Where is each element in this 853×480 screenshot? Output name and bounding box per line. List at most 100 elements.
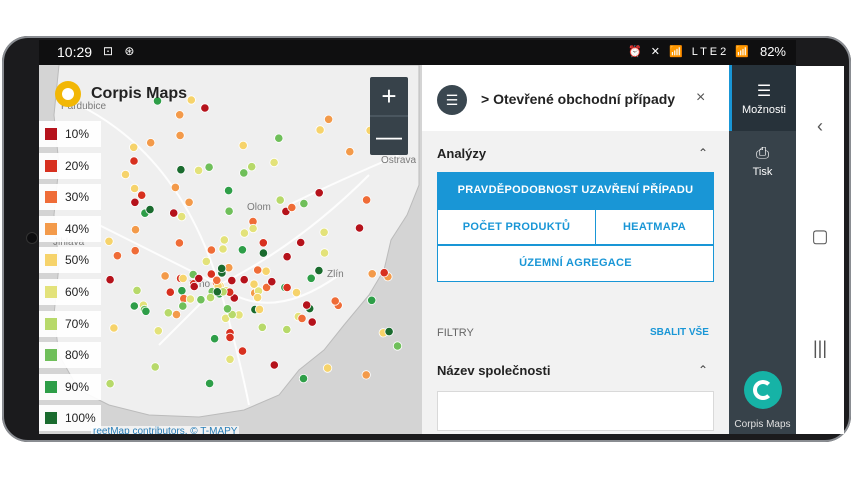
map-marker[interactable] [298, 373, 309, 384]
map-marker[interactable] [163, 308, 173, 318]
map-marker[interactable] [186, 95, 196, 105]
map-marker[interactable] [384, 326, 394, 337]
map-marker[interactable] [146, 138, 156, 148]
map-marker[interactable] [315, 125, 325, 135]
map-marker[interactable] [130, 225, 141, 235]
map-marker[interactable] [319, 248, 330, 258]
products-count-button[interactable]: POČET PRODUKTŮ [437, 209, 596, 245]
map-marker[interactable] [105, 379, 115, 389]
map-marker[interactable] [176, 165, 186, 175]
map-marker[interactable] [137, 190, 147, 200]
map-marker[interactable] [322, 363, 333, 373]
map-marker[interactable] [314, 188, 324, 198]
map-marker[interactable] [178, 301, 188, 311]
map-marker[interactable] [132, 285, 142, 295]
map-marker[interactable] [254, 304, 265, 314]
map-marker[interactable] [367, 269, 377, 279]
map-marker[interactable] [185, 294, 195, 304]
panel-title[interactable]: > Otevřené obchodní případy [481, 91, 675, 107]
map-marker[interactable] [354, 223, 365, 233]
map-marker[interactable] [379, 268, 389, 278]
map-marker[interactable] [248, 223, 258, 234]
map-marker[interactable] [258, 248, 268, 258]
map-marker[interactable] [345, 147, 355, 157]
map-marker[interactable] [171, 310, 182, 320]
map-marker[interactable] [237, 346, 248, 356]
map-marker[interactable] [145, 205, 155, 215]
map-marker[interactable] [174, 238, 184, 248]
map-marker[interactable] [237, 245, 247, 255]
map-marker[interactable] [361, 195, 372, 205]
map-marker[interactable] [175, 130, 185, 141]
map-marker[interactable] [189, 281, 199, 292]
map-marker[interactable] [267, 277, 277, 287]
map-marker[interactable] [129, 156, 139, 166]
map-marker[interactable] [153, 326, 163, 336]
map-marker[interactable] [225, 332, 235, 342]
map-marker[interactable] [205, 378, 215, 388]
map-marker[interactable] [205, 293, 216, 303]
map-marker[interactable] [367, 295, 377, 305]
map-marker[interactable] [302, 300, 312, 310]
map-marker[interactable] [112, 251, 123, 261]
zoom-in-button[interactable]: + [370, 77, 408, 115]
company-name-filter-title[interactable]: Název společnosti [437, 363, 550, 378]
chevron-up-icon[interactable]: ⌃ [698, 146, 708, 160]
map-marker[interactable] [177, 212, 187, 222]
map-marker[interactable] [130, 183, 140, 194]
map-marker[interactable] [247, 162, 257, 172]
map-marker[interactable] [257, 322, 267, 332]
zoom-out-button[interactable]: — [370, 117, 408, 155]
map-marker[interactable] [239, 168, 249, 178]
map-marker[interactable] [299, 199, 309, 209]
map-marker[interactable] [282, 324, 292, 335]
map-marker[interactable] [296, 237, 306, 248]
map-marker[interactable] [253, 265, 263, 275]
map-marker[interactable] [129, 301, 139, 311]
map-marker[interactable] [269, 360, 279, 370]
map-marker[interactable] [219, 235, 229, 245]
map-marker[interactable] [150, 362, 160, 372]
map-marker[interactable] [227, 276, 237, 286]
map-marker[interactable] [177, 286, 187, 296]
map-marker[interactable] [178, 273, 188, 283]
map-marker[interactable] [238, 140, 248, 151]
map-marker[interactable] [170, 182, 180, 193]
options-button[interactable]: ☰ Možnosti [729, 65, 796, 131]
map-marker[interactable] [210, 334, 220, 344]
back-icon[interactable]: ‹ [796, 116, 844, 137]
map-marker[interactable] [282, 252, 292, 262]
map-marker[interactable] [222, 304, 233, 314]
map-marker[interactable] [307, 317, 317, 327]
probability-button[interactable]: PRAVDĚPODOBNOST UZAVŘENÍ PŘÍPADU [437, 172, 714, 209]
map-marker[interactable] [130, 246, 140, 256]
territorial-aggregation-button[interactable]: ÚZEMNÍ AGREGACE [437, 245, 714, 282]
close-icon[interactable]: × [696, 89, 705, 107]
map-marker[interactable] [253, 292, 263, 303]
map-marker[interactable] [224, 186, 234, 196]
recent-apps-icon[interactable]: ||| [796, 338, 844, 359]
map-marker[interactable] [330, 296, 340, 306]
map-view[interactable]: Pardubice Ostrava Olom Brno Zlín Jihlava… [39, 65, 422, 434]
map-marker[interactable] [258, 238, 268, 248]
map-marker[interactable] [218, 244, 228, 254]
map-marker[interactable] [282, 282, 292, 293]
collapse-all-button[interactable]: SBALIT VŠE [650, 327, 709, 338]
map-marker[interactable] [287, 202, 297, 213]
chevron-up-icon[interactable]: ⌃ [698, 363, 708, 377]
map-marker[interactable] [120, 169, 131, 180]
map-marker[interactable] [109, 323, 119, 333]
home-icon[interactable]: ▢ [796, 226, 844, 247]
map-marker[interactable] [239, 275, 249, 285]
map-marker[interactable] [392, 341, 403, 351]
map-marker[interactable] [297, 313, 307, 323]
map-marker[interactable] [194, 273, 204, 284]
map-marker[interactable] [104, 236, 114, 246]
map-marker[interactable] [165, 287, 175, 297]
map-marker[interactable] [194, 165, 204, 176]
map-marker[interactable] [141, 306, 151, 316]
map-marker[interactable] [269, 157, 279, 168]
section-title-analyzy[interactable]: Analýzy [437, 146, 486, 161]
map-marker[interactable] [160, 271, 170, 281]
map-marker[interactable] [201, 256, 211, 266]
